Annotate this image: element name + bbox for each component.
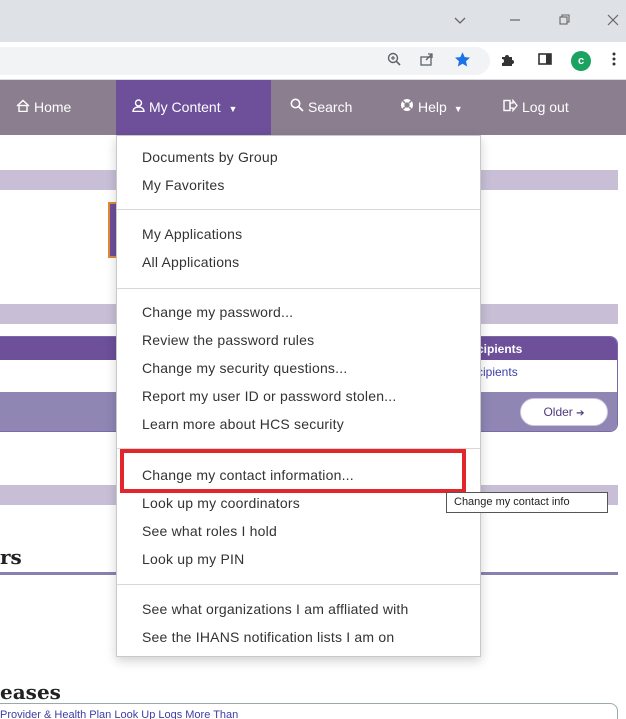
menu-item-ihans-lists[interactable]: See the IHANS notification lists I am on: [142, 629, 394, 645]
caret-down-icon: ▼: [228, 104, 238, 114]
restore-icon[interactable]: [554, 12, 574, 32]
nav-home-label: Home: [34, 99, 72, 115]
menu-item-report-stolen[interactable]: Report my user ID or password stolen...: [142, 388, 396, 404]
logout-icon: [503, 80, 518, 135]
section-heading-eases: eases: [0, 680, 61, 704]
nav-my-content-label: My Content: [149, 99, 221, 115]
menu-divider: [117, 584, 480, 585]
menu-item-all-applications[interactable]: All Applications: [142, 254, 239, 270]
kebab-menu-icon[interactable]: [604, 51, 624, 71]
menu-item-roles-i-hold[interactable]: See what roles I hold: [142, 523, 277, 539]
menu-item-hcs-security[interactable]: Learn more about HCS security: [142, 416, 344, 432]
minimize-icon[interactable]: [505, 12, 525, 32]
nav-help[interactable]: Help ▼: [400, 80, 463, 135]
nav-search-label: Search: [308, 99, 353, 115]
search-icon: [290, 80, 304, 135]
nav-home[interactable]: Home: [16, 80, 71, 135]
menu-item-change-password[interactable]: Change my password...: [142, 304, 293, 320]
menu-item-my-favorites[interactable]: My Favorites: [142, 177, 225, 193]
caret-down-icon: ▼: [453, 104, 463, 114]
panel-header-text: cipients: [477, 342, 523, 356]
share-icon[interactable]: [417, 51, 437, 71]
menu-item-documents-by-group[interactable]: Documents by Group: [142, 149, 278, 165]
main-nav-bar: Home My Content ▼ Search Help ▼ Log out: [0, 80, 626, 135]
section-heading-rs: rs: [0, 545, 22, 569]
older-button[interactable]: Older ➔: [520, 398, 608, 426]
home-icon: [16, 80, 30, 135]
tooltip: Change my contact info: [446, 492, 608, 513]
chevron-down-icon[interactable]: [450, 12, 470, 32]
arrow-right-icon: ➔: [576, 408, 585, 419]
menu-divider: [117, 209, 480, 210]
nav-logout-label: Log out: [522, 99, 569, 115]
menu-divider: [117, 288, 480, 289]
older-button-label: Older: [543, 405, 573, 419]
user-icon: [132, 80, 145, 135]
menu-item-security-questions[interactable]: Change my security questions...: [142, 360, 347, 376]
recipients-link[interactable]: cipients: [477, 365, 518, 379]
nav-logout[interactable]: Log out: [503, 80, 569, 135]
side-panel-icon[interactable]: [535, 51, 555, 71]
my-content-dropdown: Documents by Group My Favorites My Appli…: [116, 135, 481, 657]
menu-item-look-up-coordinators[interactable]: Look up my coordinators: [142, 495, 300, 511]
browser-toolbar: c: [0, 42, 626, 80]
browser-title-bar: [0, 0, 626, 42]
zoom-icon[interactable]: [384, 51, 404, 71]
nav-search[interactable]: Search: [290, 80, 352, 135]
profile-avatar[interactable]: c: [571, 51, 591, 71]
nav-my-content[interactable]: My Content ▼: [116, 80, 271, 135]
puzzle-icon[interactable]: [497, 51, 517, 71]
close-icon[interactable]: [603, 12, 623, 32]
highlight-box: [120, 449, 466, 493]
menu-item-organizations[interactable]: See what organizations I am affliated wi…: [142, 601, 409, 617]
menu-item-my-applications[interactable]: My Applications: [142, 226, 242, 242]
lifebuoy-icon: [400, 80, 414, 135]
nav-help-label: Help: [418, 99, 447, 115]
star-icon[interactable]: [452, 51, 472, 71]
release-link[interactable]: Provider & Health Plan Look Up Logs More…: [0, 709, 238, 719]
menu-item-look-up-pin[interactable]: Look up my PIN: [142, 551, 244, 567]
menu-item-password-rules[interactable]: Review the password rules: [142, 332, 314, 348]
